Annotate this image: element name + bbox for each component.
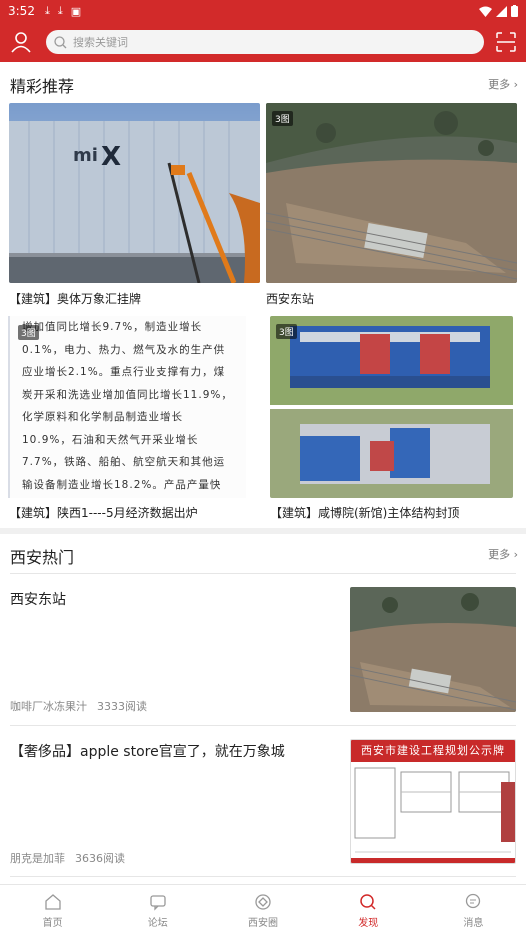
tab-forum[interactable]: 论坛	[105, 885, 210, 936]
card-mix-building[interactable]: mi X 【建筑】奥体万象汇挂牌	[9, 103, 260, 309]
more-link-hot[interactable]: 更多 ›	[488, 546, 518, 562]
image-count-badge: 3图	[18, 325, 39, 340]
search-icon	[54, 35, 67, 48]
battery-icon	[511, 5, 518, 17]
message-icon	[466, 893, 481, 908]
tab-label: 论坛	[147, 917, 168, 929]
document-line: 化学原料和化学制品制造业增长	[22, 411, 183, 423]
discover-icon	[360, 893, 376, 910]
card-caption: 【建筑】咸博院(新馆)主体结构封顶	[270, 506, 460, 520]
tab-home[interactable]: 首页	[0, 885, 105, 936]
user-icon[interactable]	[10, 31, 32, 53]
card-image-document: 增加值同比增长9.7%，制造业增长 0.1%，电力、热力、燃气及水的生产供 应业增长…	[8, 316, 246, 498]
divider-line	[10, 725, 516, 726]
tab-label: 发现	[358, 917, 379, 929]
search-placeholder: 搜索关键词	[73, 36, 128, 49]
news-author: 咖啡厂冰冻果汁	[10, 700, 87, 713]
card-image: mi X	[9, 103, 260, 283]
svg-text:X: X	[101, 142, 121, 172]
image-count-badge: 3图	[272, 111, 293, 126]
status-indicators	[479, 5, 518, 17]
tab-label: 西安圈	[248, 917, 278, 929]
news-reads: 3333阅读	[97, 700, 147, 713]
document-line: 炭开采和洗选业增加值同比增长11.9%，	[22, 388, 233, 401]
tab-label: 首页	[42, 917, 63, 929]
news-reads: 3636阅读	[75, 852, 125, 865]
section-title-recommend: 精彩推荐	[10, 77, 75, 96]
tab-discover[interactable]: 发现	[316, 885, 421, 936]
news-meta: 朋克是加菲 3636阅读	[10, 850, 125, 866]
divider-line	[10, 876, 516, 877]
wifi-icon	[479, 6, 492, 17]
bottom-tab-bar: 首页 论坛 西安圈 发现 消息	[0, 884, 526, 936]
more-label: 更多	[488, 78, 511, 91]
download-icon: ⤓	[57, 4, 63, 17]
signal-icon	[496, 5, 507, 17]
status-time: 3:52	[8, 4, 35, 18]
search-input[interactable]: 搜索关键词	[46, 30, 484, 54]
news-meta: 咖啡厂冰冻果汁 3333阅读	[10, 698, 147, 714]
image-count-badge: 3图	[276, 324, 297, 339]
section-divider	[0, 528, 526, 534]
news-image-billboard: 西安市建设工程规划公示牌	[350, 739, 516, 864]
news-title: 西安东站	[10, 592, 66, 608]
more-label: 更多	[488, 548, 511, 561]
news-author: 朋克是加菲	[10, 852, 65, 865]
section-title-hot: 西安热门	[10, 548, 75, 567]
card-xian-east-station[interactable]: 3图 西安东站	[266, 103, 517, 309]
document-line: 应业增长2.1%。重点行业支撑有力，煤	[22, 366, 226, 378]
document-line: 增加值同比增长9.7%，制造业增长	[22, 321, 203, 333]
scan-icon[interactable]	[496, 32, 516, 52]
app-notification-icon: ▣	[70, 4, 82, 18]
document-line: 10.9%，石油和天然气开采业增长	[22, 433, 199, 446]
download-icon: ⤓	[44, 4, 50, 17]
document-line: 输设备制造业增长18.2%。产品产量快	[22, 478, 222, 491]
chevron-right-icon: ›	[510, 78, 518, 91]
tab-messages[interactable]: 消息	[421, 885, 526, 936]
chevron-right-icon: ›	[510, 548, 518, 561]
card-economic-data[interactable]: 【建筑】陕西1----5月经济数据出炉	[9, 498, 260, 522]
circle-icon	[255, 893, 271, 910]
card-caption: 西安东站	[266, 292, 315, 306]
news-title: 【奢侈品】apple store官宣了，就在万象城	[10, 744, 285, 760]
card-caption: 【建筑】奥体万象汇挂牌	[9, 292, 142, 306]
forum-icon	[150, 894, 166, 911]
svg-text:mi: mi	[73, 145, 98, 166]
top-header: 搜索关键词	[0, 22, 526, 62]
card-museum-topping[interactable]: 3图 【建筑】咸博院(新馆)主体结构封顶	[270, 316, 513, 522]
news-image	[350, 587, 516, 712]
card-caption: 【建筑】陕西1----5月经济数据出炉	[9, 506, 198, 520]
billboard-title: 西安市建设工程规划公示牌	[351, 740, 515, 762]
document-line: 7.7%，铁路、船舶、航空航天和其他运	[22, 456, 226, 468]
document-line: 0.1%，电力、热力、燃气及水的生产供	[22, 343, 226, 356]
more-link-recommend[interactable]: 更多 ›	[488, 76, 518, 92]
card-image	[270, 316, 513, 498]
status-bar: 3:52 ⤓ ⤓ ▣	[0, 0, 526, 22]
tab-label: 消息	[463, 917, 484, 929]
tab-xian-circle[interactable]: 西安圈	[210, 885, 315, 936]
card-image	[266, 103, 517, 283]
divider-line	[10, 573, 516, 574]
home-icon	[44, 893, 61, 910]
